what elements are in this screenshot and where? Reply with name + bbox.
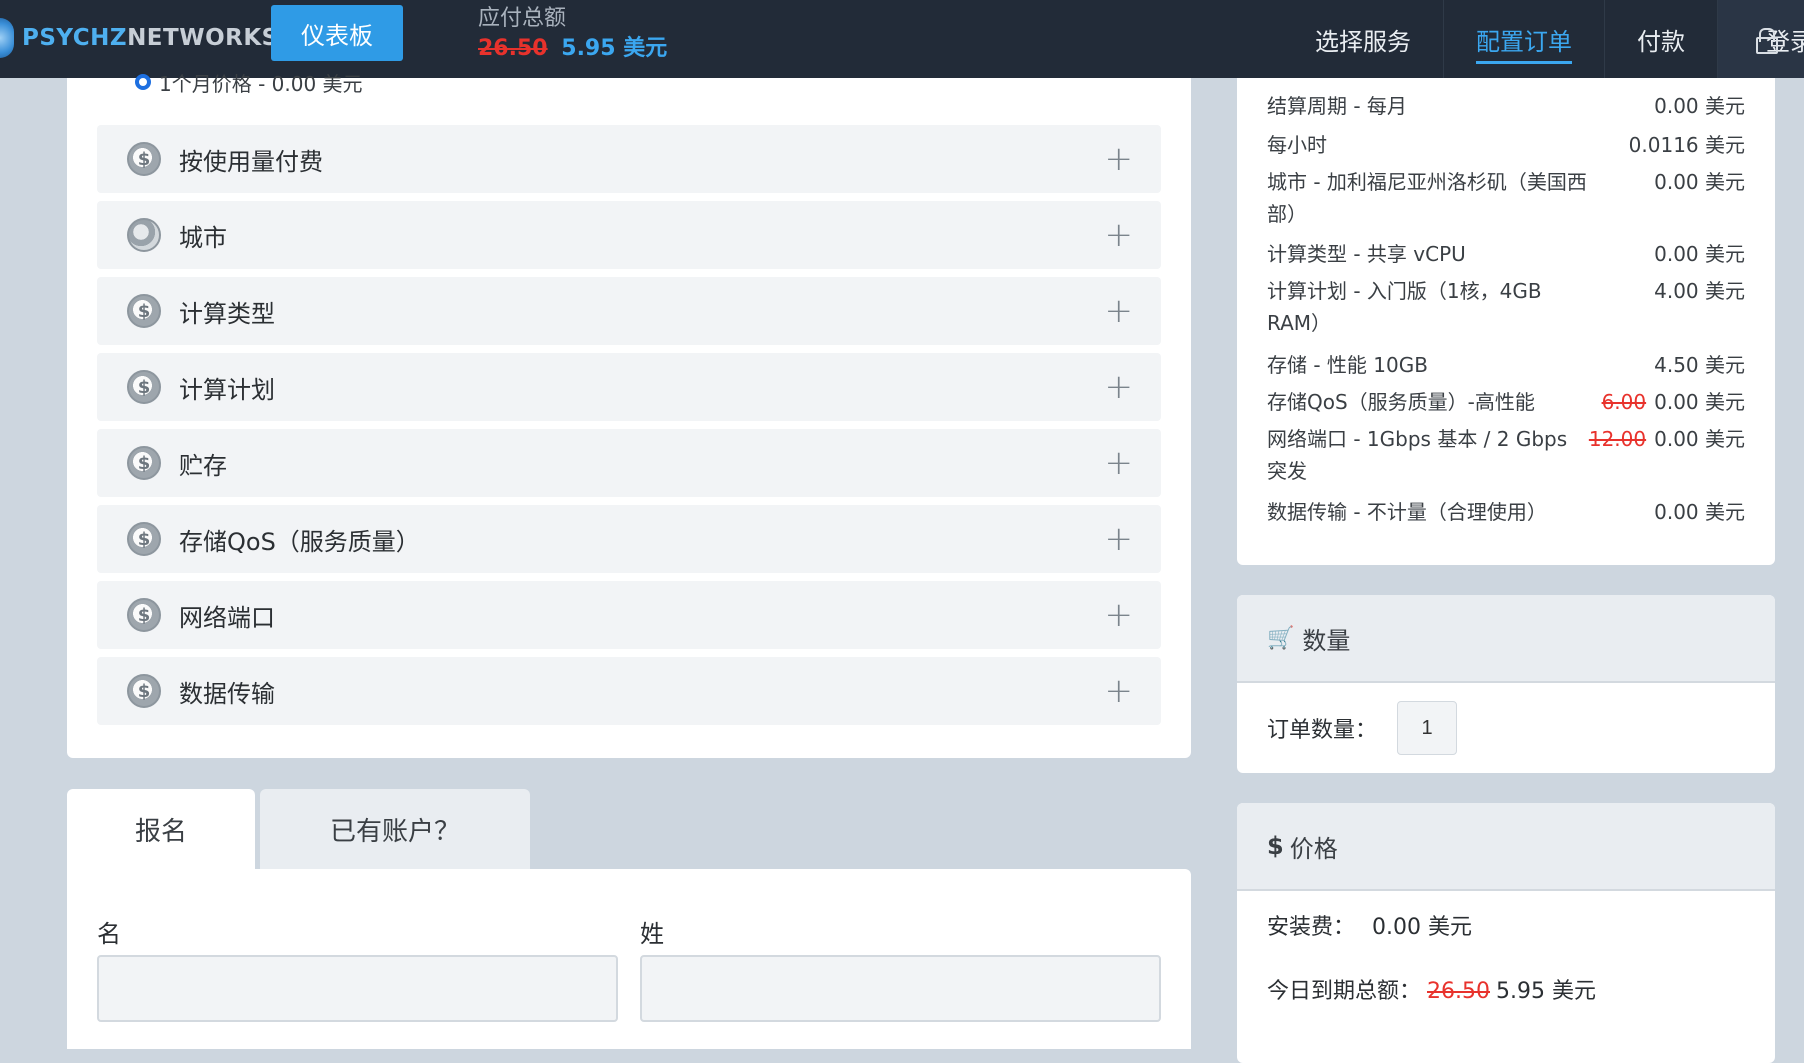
total-due-today-line: 今日到期总额： 26.50 5.95 美元 (1267, 979, 1596, 1004)
radio-label: 1个月价格 - 0.00 美元 (159, 71, 363, 96)
accordion-pay-as-you-go[interactable]: $ 按使用量付费 + (97, 125, 1161, 193)
dollar-coin-icon: $ (127, 294, 161, 328)
amount-due-new: 5.95 美元 (561, 36, 668, 61)
dollar-coin-icon: $ (127, 598, 161, 632)
summary-row: 计算类型 - 共享 vCPU 0.00 美元 (1267, 242, 1745, 266)
dollar-icon: $ (1267, 832, 1284, 860)
dollar-coin-icon: $ (127, 370, 161, 404)
config-accordion: $ 按使用量付费 + o 城市 + $ 计算类型 + $ 计算计划 + $ 贮存… (97, 125, 1161, 733)
expand-plus-icon[interactable]: + (1105, 370, 1134, 404)
accordion-city[interactable]: o 城市 + (97, 201, 1161, 269)
order-summary-card: 结算周期 - 每月 0.00 美元 每小时 0.0116 美元 城市 - 加利福… (1237, 78, 1775, 565)
accordion-data-transfer[interactable]: $ 数据传输 + (97, 657, 1161, 725)
billing-cycle-radio[interactable]: 1个月价格 - 0.00 美元 (135, 70, 363, 96)
expand-plus-icon[interactable]: + (1105, 142, 1134, 176)
expand-plus-icon[interactable]: + (1105, 446, 1134, 480)
quantity-label: 订单数量： (1267, 718, 1378, 743)
summary-row: 存储QoS（服务质量）-高性能 6.00 0.00 美元 (1267, 390, 1745, 414)
nav-checkout[interactable]: 付款 (1605, 0, 1718, 78)
setup-fee-line: 安装费： 0.00 美元 (1267, 915, 1472, 940)
first-name-label: 名 (97, 920, 121, 948)
amount-due-old: 26.50 (478, 36, 548, 61)
last-name-input[interactable] (640, 955, 1161, 1022)
accordion-compute-type[interactable]: $ 计算类型 + (97, 277, 1161, 345)
nav-login[interactable]: 登录 (1718, 0, 1804, 78)
nav-configure-order[interactable]: 配置订单 (1444, 0, 1605, 78)
last-name-label: 姓 (640, 920, 664, 948)
tab-existing-account[interactable]: 已有账户？ (260, 789, 530, 869)
dollar-coin-icon: $ (127, 446, 161, 480)
summary-row: 网络端口 - 1Gbps 基本 / 2 Gbps 突发 12.00 0.00 美元 (1267, 427, 1745, 483)
top-navbar: PSYCHZNETWORKS 仪表板 应付总额 26.50 5.95 美元 选择… (0, 0, 1804, 78)
price-card-header: $ 价格 (1237, 803, 1775, 891)
summary-row: 存储 - 性能 10GB 4.50 美元 (1267, 353, 1745, 377)
radio-selected-icon[interactable] (135, 74, 151, 90)
summary-row: 计算计划 - 入门版（1核，4GB RAM） 4.00 美元 (1267, 279, 1745, 335)
brand-logo[interactable]: PSYCHZNETWORKS (0, 18, 279, 58)
summary-row: 数据传输 - 不计量（合理使用） 0.00 美元 (1267, 500, 1745, 524)
summary-row: 结算周期 - 每月 0.00 美元 (1267, 94, 1745, 118)
first-name-input[interactable] (97, 955, 618, 1022)
logo-mark-icon (0, 18, 14, 58)
summary-row: 每小时 0.0116 美元 (1267, 133, 1745, 157)
accordion-network-port[interactable]: $ 网络端口 + (97, 581, 1161, 649)
logo-text: PSYCHZNETWORKS (22, 25, 279, 51)
accordion-compute-plan[interactable]: $ 计算计划 + (97, 353, 1161, 421)
amount-due-label: 应付总额 (478, 6, 567, 31)
amount-due: 应付总额 26.50 5.95 美元 (478, 4, 667, 64)
dollar-coin-icon: $ (127, 674, 161, 708)
dollar-coin-icon: $ (127, 522, 161, 556)
globe-icon: o (127, 218, 161, 252)
expand-plus-icon[interactable]: + (1105, 598, 1134, 632)
old-price: 6.00 (1601, 390, 1647, 414)
quantity-card-header: 🛒 数量 (1237, 595, 1775, 683)
quantity-input[interactable] (1397, 701, 1458, 755)
step-nav: 选择服务 配置订单 付款 登录 (1283, 0, 1804, 78)
old-price: 12.00 (1588, 427, 1647, 451)
dollar-coin-icon: $ (127, 142, 161, 176)
summary-row: 城市 - 加利福尼亚州洛杉矶（美国西部） 0.00 美元 (1267, 170, 1745, 226)
expand-plus-icon[interactable]: + (1105, 674, 1134, 708)
nav-choose-service[interactable]: 选择服务 (1283, 0, 1444, 78)
dashboard-button[interactable]: 仪表板 (271, 5, 403, 61)
tab-signup[interactable]: 报名 (67, 789, 255, 869)
cart-icon: 🛒 (1267, 625, 1295, 651)
expand-plus-icon[interactable]: + (1105, 294, 1134, 328)
quantity-card: 🛒 数量 订单数量： (1237, 595, 1775, 773)
price-card: $ 价格 安装费： 0.00 美元 今日到期总额： 26.50 5.95 美元 (1237, 803, 1775, 1063)
accordion-storage-qos[interactable]: $ 存储QoS（服务质量） + (97, 505, 1161, 573)
expand-plus-icon[interactable]: + (1105, 522, 1134, 556)
expand-plus-icon[interactable]: + (1105, 218, 1134, 252)
accordion-storage[interactable]: $ 贮存 + (97, 429, 1161, 497)
